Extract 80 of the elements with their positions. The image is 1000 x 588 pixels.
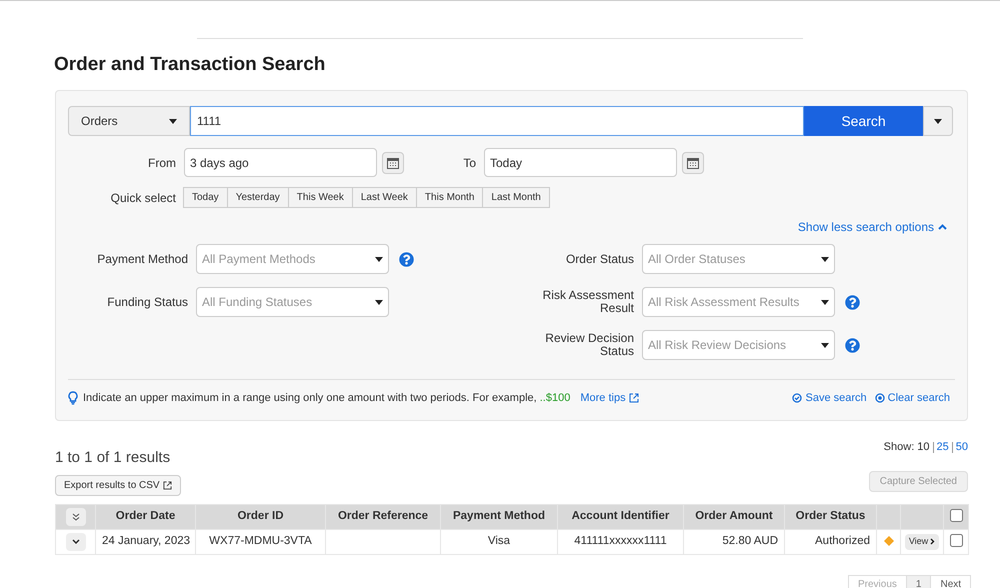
quick-select-button[interactable]: This Month	[416, 187, 484, 208]
filter-label: Order Status	[564, 252, 635, 266]
filter-label: Review Decision Status	[544, 332, 635, 358]
chevron-right-icon	[930, 538, 936, 546]
column-header: Order Reference	[326, 504, 440, 529]
chevron-up-icon	[938, 224, 947, 230]
help-icon[interactable]	[845, 338, 860, 352]
caret-icon	[821, 300, 829, 304]
page-title: Order and Transaction Search	[54, 53, 326, 77]
table-cell: 411111xxxxxx1111	[574, 534, 667, 547]
pagination-button[interactable]: 1	[906, 574, 932, 588]
to-date-field[interactable]: Today	[484, 148, 677, 177]
filter-label: Funding Status	[106, 296, 189, 308]
filter-select[interactable]: All Funding Statuses	[196, 287, 389, 317]
filter-select[interactable]: All Risk Assessment Results	[642, 287, 835, 317]
caret-icon	[375, 256, 383, 262]
table-cell: Authorized	[815, 534, 870, 547]
filter-select[interactable]: All Payment Methods	[196, 244, 389, 274]
external-link-icon	[628, 393, 639, 404]
save-search-link[interactable]: Save search	[792, 390, 867, 406]
column-header: Payment Method	[440, 504, 558, 529]
table-cell: 52.80 AUD	[722, 534, 778, 547]
table-cell: 24 January, 2023	[102, 534, 190, 547]
double-chevron-down-icon	[72, 512, 80, 520]
page-size-option[interactable]: 10	[917, 439, 930, 456]
more-tips-link[interactable]: More tips	[580, 390, 639, 406]
calendar-button[interactable]	[382, 152, 404, 174]
quick-select-button[interactable]: Last Month	[482, 187, 550, 208]
filter-select[interactable]: All Order Statuses	[642, 244, 835, 274]
calendar-button[interactable]	[682, 152, 704, 174]
search-field[interactable]: 1111	[190, 106, 804, 136]
table-cell: Visa	[488, 534, 510, 547]
caret-icon	[821, 256, 829, 262]
row-checkbox[interactable]	[950, 534, 962, 548]
external-link-icon	[162, 480, 172, 490]
caret-icon	[375, 300, 383, 304]
calendar-icon	[687, 156, 699, 168]
column-header: Order Status	[784, 504, 876, 529]
filter-label: Risk Assessment Result	[542, 289, 635, 315]
search-type-select[interactable]: Orders	[68, 106, 190, 136]
help-icon[interactable]	[399, 252, 414, 266]
lightbulb-icon	[68, 391, 78, 406]
page-size-option[interactable]: 50	[956, 439, 968, 456]
from-date-field[interactable]: 3 days ago	[184, 148, 377, 177]
page-size-option[interactable]: 25	[936, 439, 949, 456]
column-header: Order Date	[96, 504, 196, 529]
results-count: 1 to 1 of 1 results	[55, 448, 172, 468]
quick-select-button[interactable]: Last Week	[352, 187, 417, 208]
column-header: Order Amount	[684, 504, 784, 529]
pagination-button[interactable]: Next	[930, 574, 972, 588]
show-less-link[interactable]: Show less search options	[798, 218, 947, 236]
to-label: To	[462, 154, 477, 172]
quick-select-button[interactable]: Today	[183, 187, 228, 208]
quick-select-button[interactable]: Yesterday	[226, 187, 289, 208]
quick-select-button[interactable]: This Week	[288, 187, 353, 208]
column-header: Account Identifier	[558, 504, 684, 529]
filter-select[interactable]: All Risk Review Decisions	[642, 330, 835, 360]
select-all-checkbox[interactable]	[950, 509, 962, 522]
calendar-icon	[387, 156, 399, 168]
target-circle-icon	[874, 393, 885, 404]
export-csv-button[interactable]: Export results to CSV	[55, 474, 181, 496]
filter-label: Payment Method	[96, 252, 189, 266]
search-options-button[interactable]	[923, 106, 953, 136]
expand-row-button[interactable]	[66, 532, 86, 550]
quick-select-label: Quick select	[110, 190, 177, 206]
clear-search-link[interactable]: Clear search	[874, 390, 950, 406]
expand-all-button[interactable]	[66, 508, 86, 526]
caret-icon	[169, 118, 177, 124]
from-label: From	[147, 154, 177, 172]
search-button[interactable]: Search	[804, 106, 923, 136]
caret-icon	[821, 342, 829, 348]
caret-icon	[934, 118, 942, 124]
page-size-label: Show:	[884, 440, 914, 455]
view-button[interactable]: View	[904, 534, 940, 550]
table-cell: WX77-MDMU-3VTA	[209, 534, 312, 547]
tip-text: Indicate an upper maximum in a range using only one amount with two periods. For example, ..$100	[83, 391, 570, 406]
column-header: Order ID	[196, 504, 326, 529]
check-circle-icon	[792, 393, 802, 404]
chevron-down-icon	[72, 539, 80, 544]
help-icon[interactable]	[845, 294, 860, 310]
